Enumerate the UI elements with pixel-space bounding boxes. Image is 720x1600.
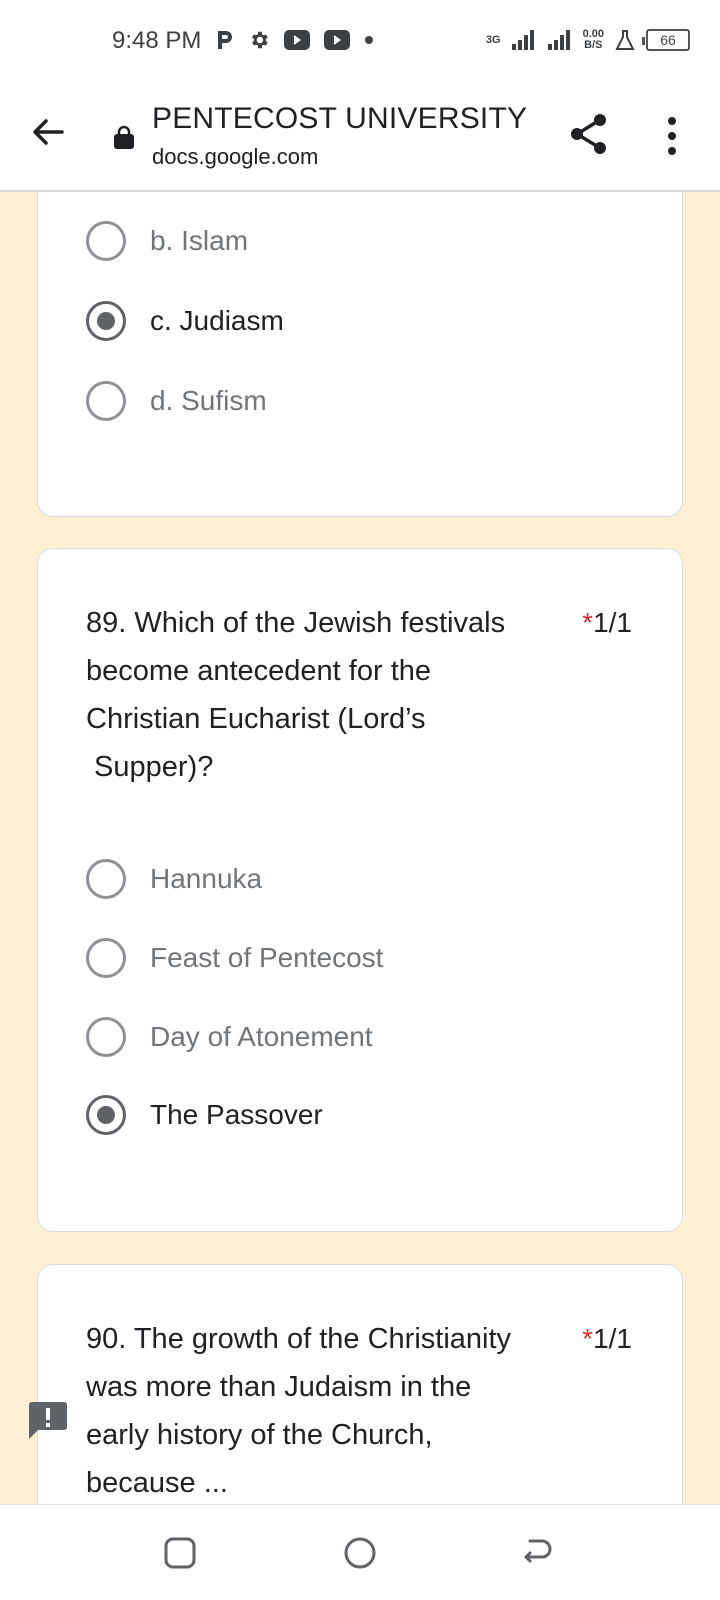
radio-button-checked[interactable] [86,1095,126,1135]
p-app-icon [216,29,234,51]
question-line: 90. The growth of the Christianity [86,1323,512,1355]
option-d-sufism[interactable]: d. Sufism [86,379,267,423]
radio-button[interactable] [86,859,126,899]
question-line: early history of the Church, [86,1419,433,1451]
question-text: 89. Which of the Jewish festivals become… [86,599,556,791]
question-line: because ... [86,1467,228,1499]
question-card-90: 90. The growth of the Christianity was m… [37,1264,683,1504]
radio-button[interactable] [86,221,126,261]
gear-icon [248,29,270,51]
form-content[interactable]: b. Islam c. Judiasm d. Sufism 89. Which … [0,192,720,1504]
status-time: 9:48 PM [112,27,202,54]
status-system-icons: 3G 0.00 B/S 66 [486,24,690,56]
page-title: PENTECOST UNIVERSITY [152,102,528,135]
option-label: Day of Atonement [150,1021,373,1052]
points-value: 1/1 [593,1323,632,1354]
data-speed-unit: B/S [584,39,603,51]
question-line: Supper)? [86,751,214,783]
question-line: become antecedent for the [86,655,432,687]
feedback-icon[interactable] [28,1400,68,1440]
option-label: c. Judiasm [150,305,284,336]
question-line: Christian Eucharist (Lord’s [86,703,426,735]
battery-level: 66 [660,32,676,48]
app-bar: PENTECOST UNIVERSITY docs.google.com [0,82,720,192]
question-line: was more than Judaism in the [86,1371,472,1403]
more-vert-icon[interactable] [660,116,684,156]
home-icon[interactable] [340,1533,380,1573]
radio-button-checked[interactable] [86,301,126,341]
option-label: b. Islam [150,225,249,256]
option-label: d. Sufism [150,385,267,416]
flask-icon [614,29,636,51]
video-icon [284,30,310,50]
status-notification-icons [216,27,374,53]
radio-button[interactable] [86,1017,126,1057]
radio-button[interactable] [86,938,126,978]
option-feast-of-pentecost[interactable]: Feast of Pentecost [86,936,383,980]
back-arrow-icon[interactable] [28,112,68,152]
option-label: Hannuka [150,863,263,894]
signal-bars-icon [511,29,537,51]
option-label: The Passover [150,1099,323,1130]
points-indicator: *1/1 [582,1315,632,1363]
system-nav-bar [0,1504,720,1600]
option-c-judiasm[interactable]: c. Judiasm [86,299,284,343]
network-type: 3G [485,33,501,46]
battery-icon: 66 [642,29,690,51]
option-b-islam[interactable]: b. Islam [86,219,248,263]
question-card-88: b. Islam c. Judiasm d. Sufism [37,192,683,517]
signal-3g-icon: 3G [485,33,501,46]
points-indicator: *1/1 [582,599,632,647]
recent-apps-icon[interactable] [160,1533,200,1573]
option-label: Feast of Pentecost [150,942,384,973]
question-text: 90. The growth of the Christianity was m… [86,1315,556,1504]
question-line: 89. Which of the Jewish festivals [86,607,506,639]
option-the-passover[interactable]: The Passover [86,1093,323,1137]
youtube-icon [324,30,350,50]
question-card-89: 89. Which of the Jewish festivals become… [37,548,683,1232]
page-url: docs.google.com [152,144,319,169]
required-star: * [582,1323,594,1354]
status-bar: 9:48 PM 3G 0.00 B/S 66 [0,0,720,82]
lock-icon[interactable] [113,125,135,149]
dot-icon [364,35,374,45]
radio-button[interactable] [86,381,126,421]
option-hannuka[interactable]: Hannuka [86,857,262,901]
data-speed: 0.00 B/S [583,29,604,51]
points-value: 1/1 [593,607,632,638]
option-day-of-atonement[interactable]: Day of Atonement [86,1015,373,1059]
back-nav-icon[interactable] [518,1533,558,1573]
signal-bars-2-icon [547,29,573,51]
share-icon[interactable] [568,112,610,156]
required-star: * [582,607,594,638]
